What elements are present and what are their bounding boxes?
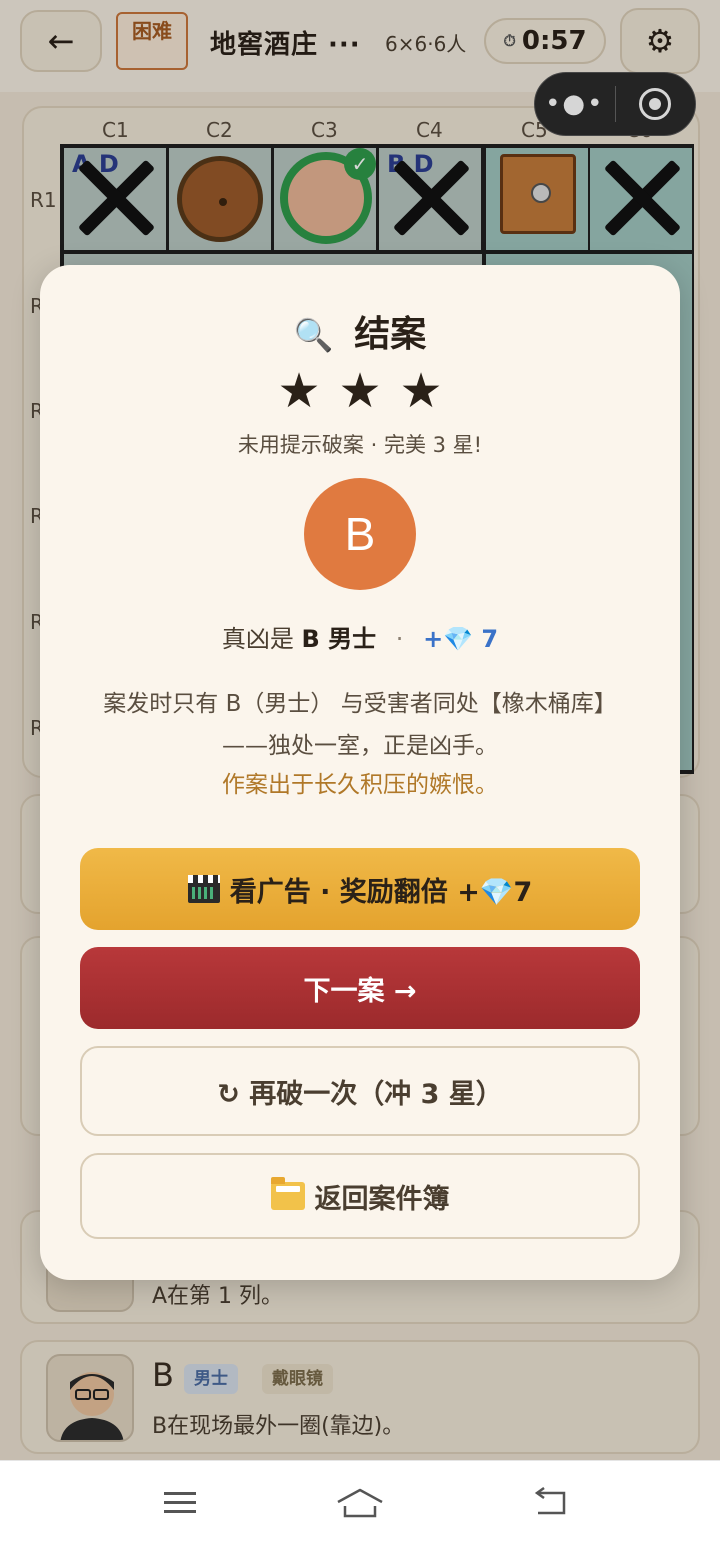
magnifier-icon: 🔍 — [293, 316, 334, 354]
separator-dot: · — [395, 625, 404, 653]
home-button[interactable] — [335, 1483, 385, 1523]
next-case-label: 下一案 → — [303, 975, 417, 1007]
clapperboard-icon — [187, 875, 220, 903]
culprit-avatar: B — [304, 478, 416, 590]
gem-reward: +💎 7 — [423, 625, 499, 653]
folder-icon — [270, 1177, 305, 1210]
watch-ad-double-reward-button[interactable]: 看广告 · 奖励翻倍 +💎7 — [80, 848, 640, 930]
back-nav-button[interactable] — [525, 1483, 575, 1523]
next-case-button[interactable]: 下一案 → — [80, 947, 640, 1029]
return-label: 返回案件簿 — [314, 1183, 450, 1215]
menu-button[interactable] — [155, 1483, 205, 1523]
case-motive: 作案出于长久积压的嫉恨。 — [222, 772, 498, 798]
case-description: 案发时只有 B（男士） 与受害者同处【橡木桶库】——独处一室，正是凶手。 — [103, 691, 617, 759]
ad-button-label: 看广告 · 奖励翻倍 +💎7 — [229, 876, 533, 908]
rating-subtitle: 未用提示破案 · 完美 3 星! — [237, 433, 483, 457]
result-prefix: 真凶是 — [221, 625, 294, 653]
home-icon — [337, 1488, 383, 1518]
retry-button[interactable]: ↻ 再破一次（冲 3 星） — [80, 1046, 640, 1136]
case-closed-modal: 🔍 结案 ★★★ 未用提示破案 · 完美 3 星! B 真凶是 B 男士 · +… — [40, 265, 680, 1280]
star-rating: ★★★ — [277, 363, 461, 419]
return-casebook-button[interactable]: 返回案件簿 — [80, 1153, 640, 1239]
return-icon — [534, 1487, 566, 1515]
system-navigation-bar — [0, 1460, 720, 1544]
menu-icon — [164, 1492, 196, 1513]
modal-title: 🔍 结案 — [40, 305, 680, 357]
culprit-name: B 男士 — [301, 625, 377, 653]
modal-title-text: 结案 — [354, 314, 427, 355]
culprit-result: 真凶是 B 男士 · +💎 7 — [40, 619, 680, 654]
retry-label: ↻ 再破一次（冲 3 星） — [217, 1078, 503, 1110]
